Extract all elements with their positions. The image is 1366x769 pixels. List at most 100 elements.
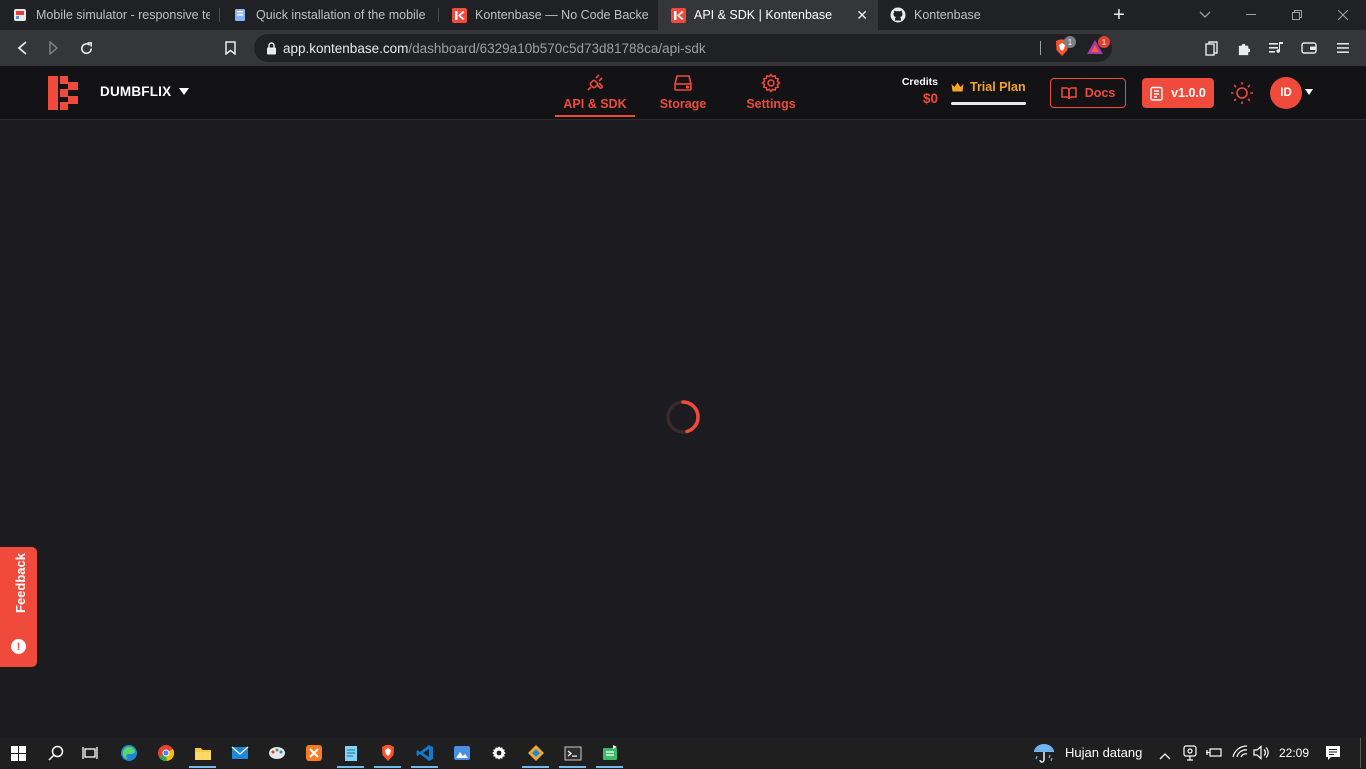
feedback-alert-icon: ! — [11, 639, 26, 654]
media-controls-icon[interactable] — [1260, 32, 1292, 64]
close-window-icon[interactable] — [1320, 0, 1366, 30]
browser-tab-strip: Mobile simulator - responsive testing Qu… — [0, 0, 1366, 30]
weather-rain-icon[interactable] — [1032, 742, 1056, 769]
user-menu-dropdown-icon[interactable] — [1305, 89, 1313, 95]
gear-icon — [761, 72, 781, 94]
feedback-label: Feedback — [12, 553, 28, 613]
omnibox-divider — [1040, 41, 1041, 55]
url-path: /dashboard/6329a10b570c5d73d81788ca/api-… — [408, 40, 706, 56]
project-dropdown-icon[interactable] — [179, 88, 189, 95]
photos-app-icon[interactable] — [443, 738, 480, 768]
clock-time[interactable]: 22:09 — [1279, 746, 1309, 760]
plan-label: Trial Plan — [970, 80, 1026, 94]
mobile-simulator-favicon — [12, 7, 28, 23]
close-tab-icon[interactable]: ✕ — [856, 7, 868, 24]
weather-text[interactable]: Hujan datang — [1065, 745, 1142, 760]
browser-toolbar: app.kontenbase.com/dashboard/6329a10b570… — [0, 30, 1366, 66]
brave-browser-icon[interactable] — [369, 738, 406, 768]
credits-label: Credits — [901, 76, 938, 88]
nav-label: Storage — [659, 97, 707, 111]
kontenbase-favicon — [451, 7, 467, 23]
kontenbase-favicon — [670, 7, 686, 23]
windows-start-icon[interactable] — [0, 738, 37, 768]
new-tab-button[interactable]: + — [1104, 0, 1134, 30]
plug-icon — [585, 72, 605, 94]
lock-icon — [266, 41, 277, 55]
shields-count-badge: 1 — [1064, 36, 1076, 48]
kontenbase-logo[interactable] — [48, 76, 78, 110]
extensions-icon[interactable] — [1228, 32, 1260, 64]
tab-title: API & SDK | Kontenbase — [694, 8, 833, 22]
terminal-icon[interactable] — [554, 738, 591, 768]
chrome-icon[interactable] — [147, 738, 184, 768]
nav-storage[interactable]: Storage — [647, 72, 719, 116]
browser-tab[interactable]: Mobile simulator - responsive testing — [0, 0, 220, 30]
browser-tab[interactable]: Kontenbase — [878, 0, 1098, 30]
tab-title: Kontenbase — No Code Backend API — [475, 8, 648, 22]
docs-button[interactable]: Docs — [1050, 78, 1126, 108]
browser-menu-icon[interactable] — [1327, 32, 1359, 64]
browser-tab[interactable]: Kontenbase — No Code Backend API — [439, 0, 658, 30]
back-icon[interactable] — [6, 32, 38, 64]
restore-icon[interactable] — [1274, 0, 1320, 30]
app-header: DUMBFLIX API & SDK Storage Settings Cred… — [0, 66, 1366, 120]
book-icon — [1060, 86, 1077, 100]
browser-tab-active[interactable]: API & SDK | Kontenbase ✕ — [658, 0, 878, 30]
crown-icon — [951, 82, 964, 92]
volume-icon[interactable] — [1253, 745, 1270, 765]
project-name[interactable]: DUMBFLIX — [100, 84, 171, 99]
vscode-icon[interactable] — [406, 738, 443, 768]
webcam-icon[interactable] — [1183, 745, 1197, 766]
nav-label: API & SDK — [563, 97, 627, 111]
changelog-icon — [1150, 86, 1163, 101]
mail-icon[interactable] — [221, 738, 258, 768]
rewards-count-badge: 1 — [1098, 36, 1110, 48]
credits-display: Credits $0 — [880, 76, 938, 106]
user-avatar[interactable]: ID — [1270, 77, 1302, 109]
notepad-icon[interactable] — [332, 738, 369, 768]
paint-app-icon[interactable] — [258, 738, 295, 768]
task-view-icon[interactable] — [71, 738, 108, 768]
version-label: v1.0.0 — [1171, 86, 1206, 100]
search-icon[interactable] — [37, 738, 74, 768]
settings-gear-icon[interactable] — [480, 738, 517, 768]
feedback-tab[interactable]: Feedback ! — [0, 547, 37, 667]
loading-spinner-icon — [665, 399, 701, 435]
database-app-icon[interactable] — [591, 738, 628, 768]
nav-settings[interactable]: Settings — [735, 72, 807, 116]
url-host: app.kontenbase.com — [283, 40, 409, 56]
minimize-icon[interactable] — [1228, 0, 1274, 30]
wallet-icon[interactable] — [1293, 32, 1325, 64]
credits-value: $0 — [922, 91, 938, 106]
file-explorer-icon[interactable] — [184, 738, 221, 768]
xampp-icon[interactable] — [295, 738, 332, 768]
browser-tab[interactable]: Quick installation of the mobile simulat… — [220, 0, 439, 30]
tab-title: Quick installation of the mobile simulat… — [256, 8, 429, 22]
sourcetree-app-icon[interactable] — [517, 738, 554, 768]
edge-browser-icon[interactable] — [110, 738, 147, 768]
reading-list-icon[interactable] — [1196, 32, 1228, 64]
address-bar[interactable]: app.kontenbase.com/dashboard/6329a10b570… — [254, 34, 1112, 62]
version-button[interactable]: v1.0.0 — [1142, 78, 1214, 108]
bookmark-icon[interactable] — [214, 32, 246, 64]
wifi-icon[interactable] — [1232, 745, 1248, 764]
docs-label: Docs — [1084, 86, 1116, 100]
active-nav-indicator — [555, 115, 635, 117]
theme-toggle-sun-icon[interactable] — [1230, 81, 1254, 105]
battery-plug-icon[interactable] — [1206, 746, 1222, 764]
forward-icon[interactable] — [38, 32, 70, 64]
plan-usage-bar — [951, 102, 1026, 105]
storage-drive-icon — [673, 72, 693, 94]
tab-title: Mobile simulator - responsive testing — [36, 8, 210, 22]
tab-title: Kontenbase — [914, 8, 981, 22]
reload-icon[interactable] — [70, 32, 102, 64]
windows-taskbar: Hujan datang 22:09 — [0, 738, 1366, 768]
trial-plan-button[interactable]: Trial Plan — [951, 80, 1026, 106]
show-hidden-icons-chevron-icon[interactable] — [1159, 747, 1171, 765]
tab-search-icon[interactable] — [1182, 0, 1228, 30]
notifications-icon[interactable] — [1325, 745, 1341, 766]
url-text: app.kontenbase.com/dashboard/6329a10b570… — [283, 41, 706, 56]
nav-label: Settings — [746, 97, 796, 111]
nav-api-sdk[interactable]: API & SDK — [555, 72, 635, 116]
show-desktop-button[interactable] — [1360, 738, 1361, 768]
